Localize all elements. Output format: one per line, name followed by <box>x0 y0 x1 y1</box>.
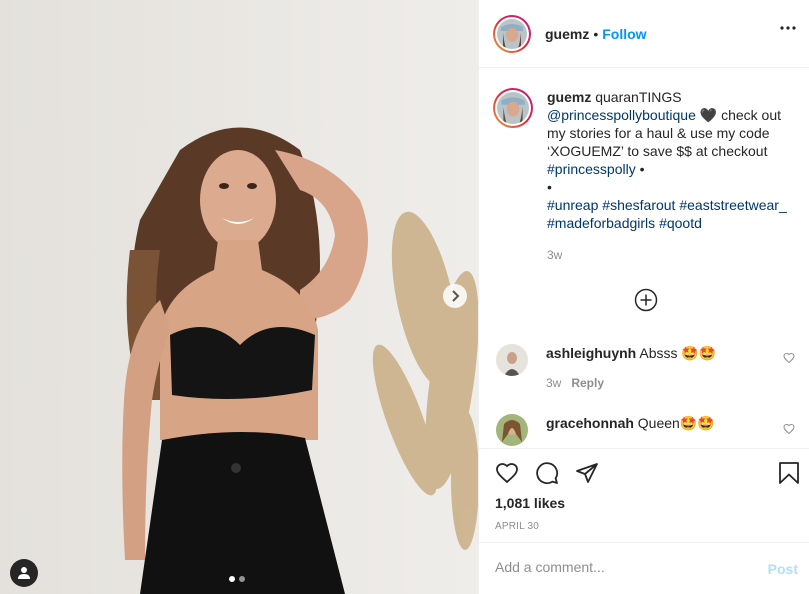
caption-username[interactable]: guemz <box>547 89 591 105</box>
post-header: guemz • Follow <box>479 0 809 68</box>
comment-text: Queen🤩🤩 <box>633 415 715 431</box>
carousel-indicator <box>229 576 245 582</box>
caption-body: guemz quaranTINGS @princesspollyboutique… <box>547 88 797 264</box>
bookmark-icon[interactable] <box>778 461 800 485</box>
hashtag-link[interactable]: #qootd <box>659 215 702 231</box>
comment-input[interactable] <box>495 559 745 575</box>
caption-bullet: • <box>635 161 645 177</box>
carousel-dot-active <box>229 576 235 582</box>
caption-avatar[interactable] <box>493 88 533 128</box>
profile-picture <box>497 18 527 49</box>
comment-avatar[interactable] <box>496 414 528 446</box>
share-paper-plane-icon[interactable] <box>575 461 599 485</box>
profile-picture <box>496 414 528 446</box>
hashtag-link[interactable]: #madeforbadgirls <box>547 215 655 231</box>
mention-link[interactable]: @princesspollyboutique <box>547 107 696 123</box>
tagged-users-button[interactable] <box>10 559 38 587</box>
hashtag-link[interactable]: #eaststreetwear_ <box>679 197 786 213</box>
comment-timestamp: 3w <box>546 376 562 390</box>
avatar[interactable] <box>493 14 531 53</box>
comment-item: gracehonnah Queen🤩🤩 <box>496 414 796 446</box>
post-actions: 1,081 likes APRIL 30 <box>479 448 809 542</box>
profile-picture <box>496 344 528 376</box>
comment-bubble-icon[interactable] <box>535 461 559 485</box>
profile-picture <box>497 92 529 124</box>
post-image <box>0 0 478 594</box>
carousel-dot <box>239 576 245 582</box>
post-caption: guemz quaranTINGS @princesspollyboutique… <box>493 88 798 264</box>
chevron-right-icon <box>452 290 460 302</box>
caption-text: guemz quaranTINGS @princesspollyboutique… <box>547 88 797 232</box>
add-comment-bar: Post <box>479 542 809 594</box>
comment-avatar[interactable] <box>496 344 528 376</box>
comment-item: ashleighuynh Absss 🤩🤩 3w Reply <box>496 344 796 392</box>
comment-username[interactable]: ashleighuynh <box>546 345 636 361</box>
header-username[interactable]: guemz <box>545 26 589 42</box>
hashtag-link[interactable]: #princesspolly <box>547 161 636 177</box>
like-heart-icon[interactable] <box>495 461 519 485</box>
reply-button[interactable]: Reply <box>571 376 604 390</box>
user-icon <box>18 567 30 579</box>
header-separator: • <box>593 25 599 42</box>
like-count[interactable]: 1,081 likes <box>495 495 565 511</box>
caption-heart: 🖤 <box>695 107 722 123</box>
heart-outline-icon[interactable] <box>783 352 795 364</box>
post-side-panel: guemz • Follow guemz quaranTINGS @prince… <box>478 0 809 594</box>
post-date: APRIL 30 <box>495 521 540 532</box>
heart-outline-icon[interactable] <box>783 423 795 435</box>
hashtag-link[interactable]: #shesfarout <box>602 197 675 213</box>
caption-timestamp: 3w <box>547 248 563 262</box>
post-photo[interactable] <box>0 0 478 594</box>
follow-button[interactable]: Follow <box>602 26 646 42</box>
comment-username[interactable]: gracehonnah <box>546 415 634 431</box>
comment-text: Absss 🤩🤩 <box>636 345 717 361</box>
post-comment-button[interactable]: Post <box>768 561 798 577</box>
hashtag-link[interactable]: #unreap <box>547 197 598 213</box>
more-horizontal-icon[interactable] <box>780 26 796 30</box>
caption-bullet: • <box>547 179 552 195</box>
load-more-comments-icon[interactable] <box>634 288 658 312</box>
caption-text-start: quaranTINGS <box>591 89 682 105</box>
next-photo-button[interactable] <box>443 284 467 308</box>
